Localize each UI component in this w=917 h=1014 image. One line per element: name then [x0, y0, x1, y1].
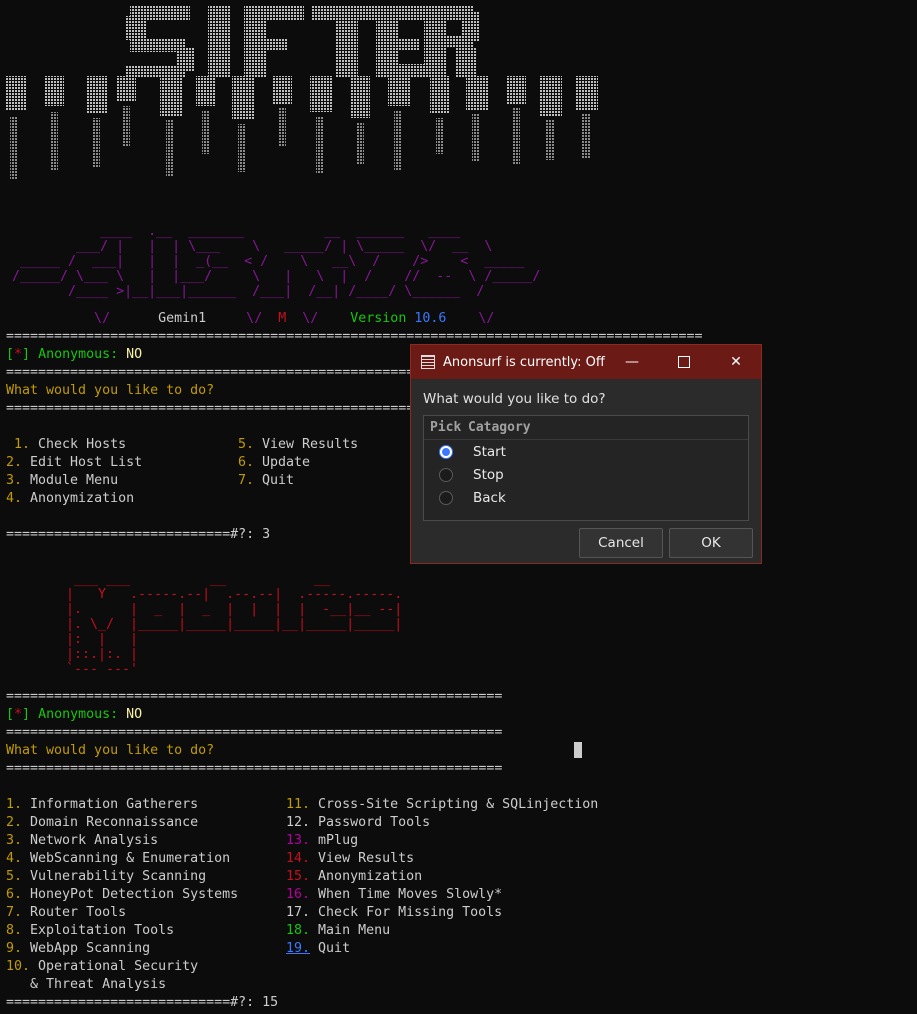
bracket-close: ] [22, 707, 31, 722]
main-menu-item-7: 7. Quit [238, 473, 295, 488]
bracket-open: [ [6, 707, 15, 722]
text-cursor [574, 742, 582, 758]
module-item-17: 17. Check For Missing Tools [286, 905, 503, 920]
module-item-10: 10. Operational Security [6, 959, 199, 974]
module-item-19: 19. Quit [286, 941, 351, 956]
module-item-16: 16. When Time Moves Slowly* [286, 887, 503, 902]
status-label: Anonymous: [38, 707, 119, 722]
status-value: NO [126, 707, 143, 722]
module-menu-input-prompt: ============================#?: 15 [6, 995, 279, 1010]
module-item-3: 3. Network Analysis [6, 833, 159, 848]
separator: ========================================… [6, 689, 503, 704]
dialog-prompt: What would you like to do? [423, 391, 606, 407]
column-pick[interactable]: Pick [424, 420, 468, 435]
module-item-2: 2. Domain Reconnaissance [6, 815, 199, 830]
status-star: * [14, 707, 23, 722]
cancel-button[interactable]: Cancel [579, 528, 663, 558]
main-menu-item-5: 5. View Results [238, 437, 359, 452]
list-header: Pick Catagory [424, 416, 748, 440]
version-number: 10.6 [414, 311, 447, 326]
version-label: Version [350, 311, 407, 326]
version-line: \/ Gemin1 \/ M \/ Version 10.6 \/ [6, 311, 495, 326]
main-menu-item-1: 1. Check Hosts [14, 437, 127, 452]
option-back[interactable]: Back [424, 486, 748, 509]
option-start[interactable]: Start [424, 440, 748, 463]
module-item-15: 15. Anonymization [286, 869, 423, 884]
dialog-title: Anonsurf is currently: Off [443, 354, 605, 370]
radio-start[interactable] [439, 444, 453, 459]
status-star: * [14, 347, 23, 362]
author-name: Gemin1 [158, 311, 207, 326]
module-item-11: 11. Cross-Site Scripting & SQLinjection [286, 797, 599, 812]
module-item-13: 13. mPlug [286, 833, 359, 848]
module-item-9: 9. WebApp Scanning [6, 941, 151, 956]
module-item-7: 7. Router Tools [6, 905, 127, 920]
option-label: Back [473, 489, 506, 506]
app-icon [421, 355, 435, 369]
close-icon[interactable]: ✕ [713, 345, 759, 379]
option-label: Stop [473, 466, 504, 483]
radio-stop[interactable] [439, 467, 453, 482]
option-label: Start [473, 443, 506, 460]
anonymous-status: [*] Anonymous: NO [6, 706, 142, 724]
option-list: Pick Catagory Start Stop Back [423, 415, 749, 521]
anonymous-status: [*] Anonymous: NO [6, 346, 142, 364]
module-ascii-banner: ___ ___ __ __ | Y .-----.--| .--.--| .--… [66, 572, 403, 677]
module-item-10-continuation: & Threat Analysis [6, 977, 167, 992]
module-item-8: 8. Exploitation Tools [6, 923, 175, 938]
module-item-4: 4. WebScanning & Enumeration [6, 851, 231, 866]
column-catagory[interactable]: Catagory [468, 420, 531, 435]
sifter-ascii-banner: ____ .__ _______ __ ______ ____ ___/ | |… [12, 224, 541, 299]
main-menu-item-3: 3. Module Menu [6, 473, 119, 488]
main-menu-item-4: 4. Anonymization [6, 491, 135, 506]
separator: ========================================… [6, 761, 503, 776]
option-stop[interactable]: Stop [424, 463, 748, 486]
main-menu-item-6: 6. Update [238, 455, 311, 470]
module-item-14: 14. View Results [286, 851, 415, 866]
module-item-12: 12. Password Tools [286, 815, 431, 830]
status-label: Anonymous: [38, 347, 119, 362]
bracket-open: [ [6, 347, 15, 362]
module-item-1: 1. Information Gatherers [6, 797, 199, 812]
prompt-text: What would you like to do? [6, 383, 215, 398]
minimize-icon[interactable]: — [609, 345, 655, 379]
radio-back[interactable] [439, 490, 453, 505]
bracket-close: ] [22, 347, 31, 362]
module-item-5: 5. Vulnerability Scanning [6, 869, 207, 884]
sifter-logo [6, 6, 598, 180]
status-value: NO [126, 347, 143, 362]
dialog-titlebar[interactable]: Anonsurf is currently: Off — ✕ [411, 345, 761, 379]
anonsurf-dialog: Anonsurf is currently: Off — ✕ What woul… [410, 344, 762, 564]
ok-button[interactable]: OK [669, 528, 753, 558]
module-item-18: 18. Main Menu [286, 923, 391, 938]
prompt-text: What would you like to do? [6, 743, 215, 758]
module-item-6: 6. HoneyPot Detection Systems [6, 887, 239, 902]
maximize-icon[interactable] [661, 345, 707, 379]
main-menu-input-prompt: ============================#?: 3 [6, 527, 271, 542]
main-menu-item-2: 2. Edit Host List [6, 455, 143, 470]
separator: ========================================… [6, 725, 503, 740]
